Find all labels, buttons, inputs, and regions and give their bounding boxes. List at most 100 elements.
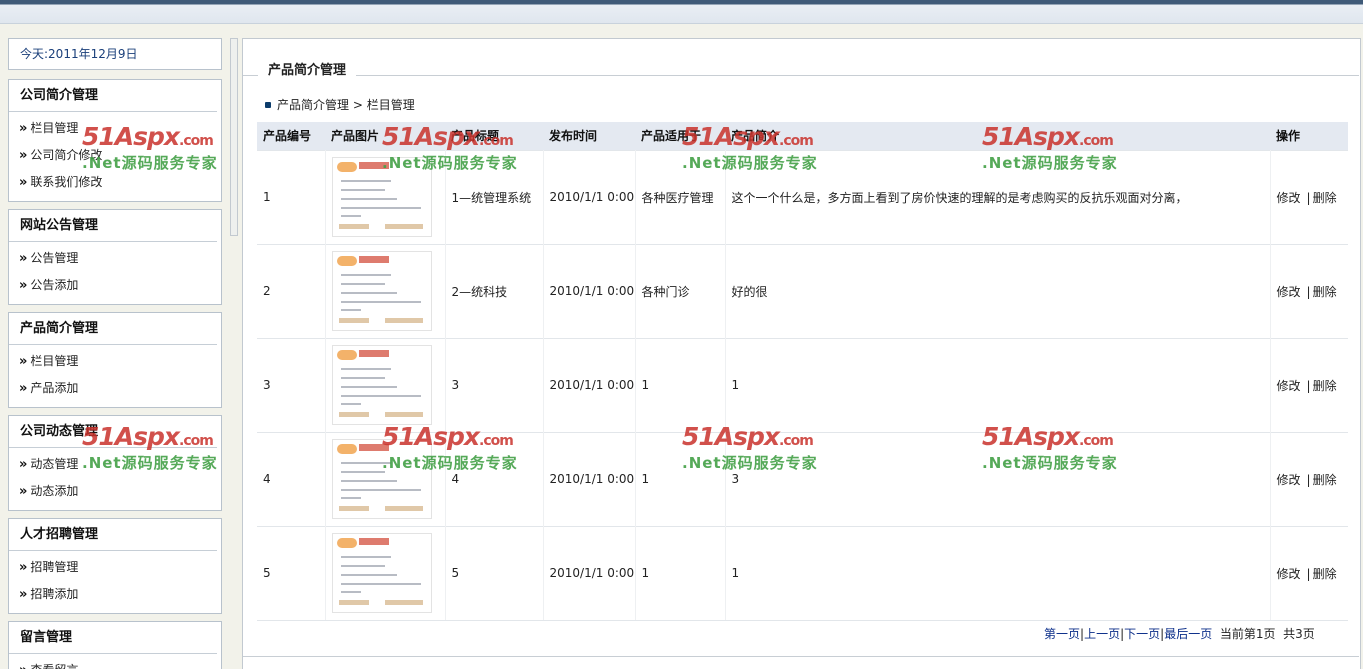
pager-last[interactable]: 最后一页 xyxy=(1164,627,1212,641)
header-actions: 操作 xyxy=(1270,122,1348,150)
cell-applicable: 1 xyxy=(635,431,726,526)
sidebar-group: 公司简介管理» 栏目管理» 公司简介修改» 联系我们修改 xyxy=(8,79,222,202)
edit-link[interactable]: 修改 xyxy=(1277,379,1301,393)
cell-title: 1—统管理系统 xyxy=(445,149,544,244)
cell-desc: 这个一个什么是，多方面上看到了房价快速的理解的是考虑购买的反抗乐观面对分离， xyxy=(725,149,1271,244)
cell-actions: 修改 | 删除 xyxy=(1270,243,1348,338)
edit-link[interactable]: 修改 xyxy=(1277,473,1301,487)
sidebar-item-label: 联系我们修改 xyxy=(30,175,103,189)
header-applicable: 产品适用于 xyxy=(635,122,725,150)
product-thumbnail[interactable] xyxy=(331,533,432,613)
double-chevron-icon: » xyxy=(19,354,28,369)
sidebar-group-title[interactable]: 人才招聘管理 xyxy=(9,519,217,551)
cell-applicable: 1 xyxy=(635,525,726,621)
breadcrumb-root[interactable]: 产品简介管理 xyxy=(277,98,349,112)
sidebar-item-label: 公告管理 xyxy=(30,251,79,265)
sidebar-group: 产品简介管理» 栏目管理» 产品添加 xyxy=(8,312,222,408)
action-separator: | xyxy=(1306,190,1311,205)
sidebar-group: 网站公告管理» 公告管理» 公告添加 xyxy=(8,209,222,305)
header-date: 发布时间 xyxy=(543,122,635,150)
double-chevron-icon: » xyxy=(19,175,28,190)
sidebar-group-title[interactable]: 产品简介管理 xyxy=(9,313,217,345)
sidebar-item[interactable]: » 栏目管理 xyxy=(19,117,221,144)
pager: 第一页|上一页|下一页|最后一页 当前第1页 共3页 xyxy=(1044,625,1315,642)
header-image: 产品图片 xyxy=(325,122,445,150)
table-row: 3 3 2010/1/1 0:00 1 1 修改 | 删除 xyxy=(257,337,1348,432)
sidebar-item[interactable]: » 公司简介修改 xyxy=(19,144,221,171)
cell-desc: 3 xyxy=(725,431,1271,526)
cell-actions: 修改 | 删除 xyxy=(1270,431,1348,526)
sidebar-item-label: 动态添加 xyxy=(30,484,79,498)
double-chevron-icon: » xyxy=(19,278,28,293)
double-chevron-icon: » xyxy=(19,381,28,396)
delete-link[interactable]: 删除 xyxy=(1313,191,1337,205)
delete-link[interactable]: 删除 xyxy=(1313,285,1337,299)
sidebar-group: 留言管理 »查看留言 xyxy=(8,621,222,669)
cell-actions: 修改 | 删除 xyxy=(1270,337,1348,432)
sidebar-group-items: » 招聘管理» 招聘添加 xyxy=(9,551,221,613)
pager-first[interactable]: 第一页 xyxy=(1044,627,1080,641)
table-header-row: 产品编号 产品图片 产品标题 发布时间 产品适用于 产品简介 操作 xyxy=(257,122,1348,150)
cell-title: 5 xyxy=(445,525,544,621)
sidebar-item[interactable]: » 公告添加 xyxy=(19,274,221,301)
edit-link[interactable]: 修改 xyxy=(1277,191,1301,205)
pager-current: 当前第1页 xyxy=(1219,627,1276,641)
cell-id: 3 xyxy=(257,337,326,432)
sidebar-item-label: 公司简介修改 xyxy=(30,148,103,162)
edit-link[interactable]: 修改 xyxy=(1277,567,1301,581)
sidebar-group-items: » 公告管理» 公告添加 xyxy=(9,242,221,304)
cell-image xyxy=(325,243,446,338)
sidebar-item-label: 查看留言 xyxy=(30,663,78,669)
sidebar-item-label: 栏目管理 xyxy=(30,354,79,368)
table-row: 5 5 2010/1/1 0:00 1 1 修改 | 删除 xyxy=(257,525,1348,621)
breadcrumb-current: 栏目管理 xyxy=(366,98,415,112)
sidebar-item[interactable]: » 招聘管理 xyxy=(19,556,221,583)
sidebar-group-items: »查看留言 xyxy=(9,654,221,669)
sidebar-group: 人才招聘管理» 招聘管理» 招聘添加 xyxy=(8,518,222,614)
breadcrumb-bullet-icon xyxy=(265,102,271,108)
sidebar-item[interactable]: » 动态管理 xyxy=(19,453,221,480)
cell-id: 1 xyxy=(257,149,326,244)
double-chevron-icon: » xyxy=(19,663,27,669)
sidebar-item[interactable]: » 联系我们修改 xyxy=(19,171,221,198)
double-chevron-icon: » xyxy=(19,560,28,575)
pager-prev[interactable]: 上一页 xyxy=(1084,627,1120,641)
sidebar-group-title[interactable]: 留言管理 xyxy=(9,622,217,654)
breadcrumb-separator: > xyxy=(349,98,367,112)
cell-image xyxy=(325,431,446,526)
product-thumbnail[interactable] xyxy=(331,251,432,331)
table-row: 4 4 2010/1/1 0:00 1 3 修改 | 删除 xyxy=(257,431,1348,526)
cell-title: 2—统科技 xyxy=(445,243,544,338)
section-legend: 产品简介管理 xyxy=(258,59,357,78)
sidebar-item[interactable]: »查看留言 xyxy=(19,659,221,669)
cell-date: 2010/1/1 0:00 xyxy=(543,431,636,526)
sidebar-item[interactable]: » 招聘添加 xyxy=(19,583,221,610)
product-thumbnail[interactable] xyxy=(331,439,432,519)
cell-date: 2010/1/1 0:00 xyxy=(543,243,636,338)
sidebar-item-label: 招聘管理 xyxy=(30,560,79,574)
sidebar-group-title[interactable]: 公司动态管理 xyxy=(9,416,217,448)
delete-link[interactable]: 删除 xyxy=(1313,567,1337,581)
cell-image xyxy=(325,149,446,244)
sidebar-groups: 公司简介管理» 栏目管理» 公司简介修改» 联系我们修改 网站公告管理» 公告管理» 公告添… xyxy=(8,79,222,669)
action-separator: | xyxy=(1306,566,1311,581)
edit-link[interactable]: 修改 xyxy=(1277,285,1301,299)
delete-link[interactable]: 删除 xyxy=(1313,473,1337,487)
cell-desc: 1 xyxy=(725,337,1271,432)
sidebar-group-title[interactable]: 公司简介管理 xyxy=(9,80,217,112)
sidebar-group-title[interactable]: 网站公告管理 xyxy=(9,210,217,242)
cell-date: 2010/1/1 0:00 xyxy=(543,149,636,244)
sidebar-item[interactable]: » 栏目管理 xyxy=(19,350,221,377)
sidebar-item[interactable]: » 动态添加 xyxy=(19,480,221,507)
pager-next[interactable]: 下一页 xyxy=(1124,627,1160,641)
sidebar-item[interactable]: » 公告管理 xyxy=(19,247,221,274)
sidebar-item-label: 栏目管理 xyxy=(30,121,79,135)
delete-link[interactable]: 删除 xyxy=(1313,379,1337,393)
table-row: 2 2—统科技 2010/1/1 0:00 各种门诊 好的很 修改 | 删除 xyxy=(257,243,1348,338)
cell-desc: 好的很 xyxy=(725,243,1271,338)
cell-image xyxy=(325,337,446,432)
sidebar-splitter[interactable] xyxy=(230,38,238,236)
product-thumbnail[interactable] xyxy=(331,157,432,237)
sidebar-item[interactable]: » 产品添加 xyxy=(19,377,221,404)
product-thumbnail[interactable] xyxy=(331,345,432,425)
